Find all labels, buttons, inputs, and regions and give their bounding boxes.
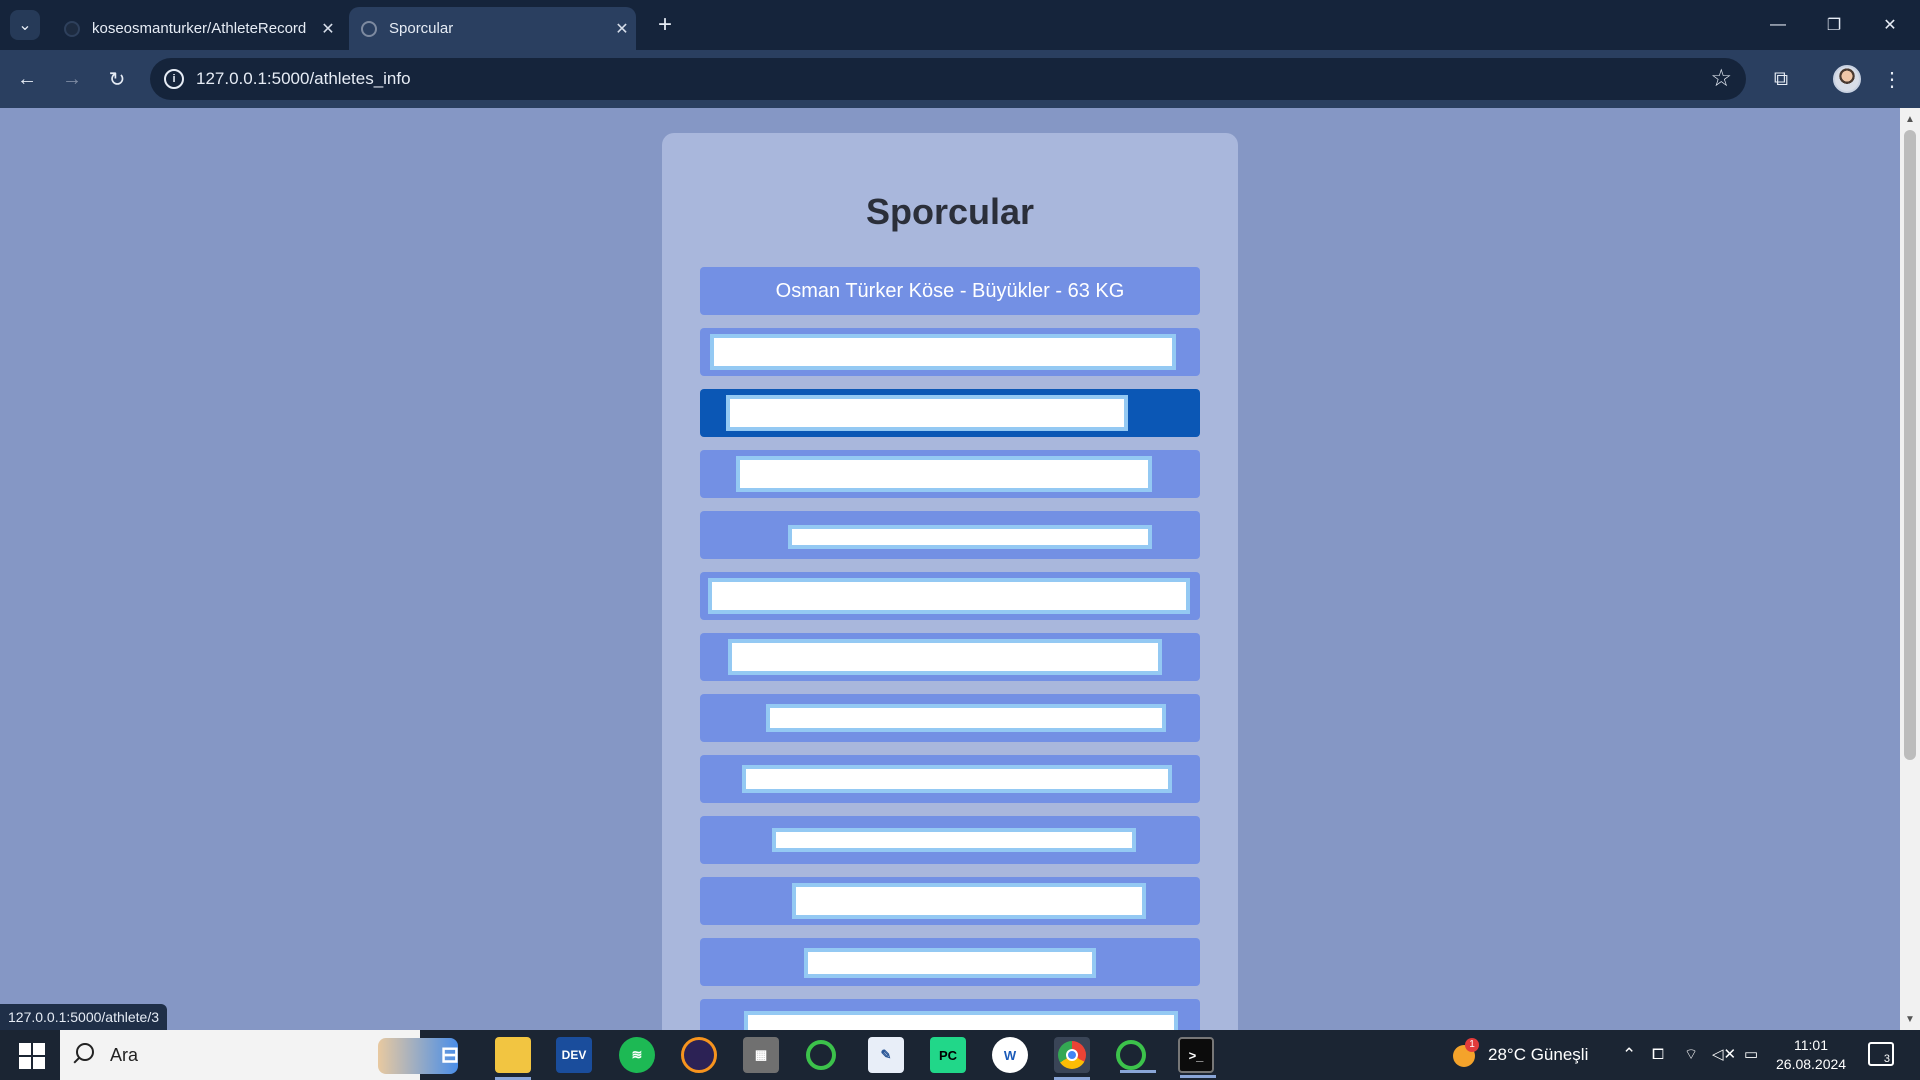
calculator-icon[interactable]: ▦ (743, 1037, 779, 1073)
task-view-icon[interactable]: ⊟ (432, 1037, 468, 1073)
loader-app-2-icon[interactable] (1116, 1040, 1156, 1073)
athlete-row[interactable] (700, 694, 1200, 742)
athlete-row[interactable]: Osman Türker Köse - Büyükler - 63 KG (700, 267, 1200, 315)
athlete-row-hovered[interactable] (700, 389, 1200, 437)
scroll-down-arrow-icon[interactable]: ▼ (1900, 1010, 1920, 1028)
search-icon (76, 1043, 94, 1061)
scroll-up-arrow-icon[interactable]: ▲ (1900, 110, 1920, 128)
tab-strip: ⌄ koseosmanturker/AthleteRecord ✕ Sporcu… (0, 0, 1920, 50)
extensions-icon[interactable]: ⧉ (1765, 63, 1797, 95)
browser-toolbar: ← → ↻ i 127.0.0.1:5000/athletes_info ☆ ⧉… (0, 50, 1920, 108)
athlete-row[interactable] (700, 755, 1200, 803)
volume-muted-icon[interactable]: ◁✕ (1712, 1030, 1736, 1080)
athlete-row[interactable] (700, 572, 1200, 620)
chrome-logo-icon (1058, 1041, 1086, 1069)
site-info-icon[interactable]: i (164, 69, 184, 89)
address-bar[interactable]: i 127.0.0.1:5000/athletes_info ☆ (150, 58, 1746, 100)
devtoys-icon[interactable]: DEV (556, 1037, 592, 1073)
spotify-icon[interactable]: ≋ (619, 1037, 655, 1073)
globe-favicon-icon (361, 20, 377, 37)
redacted-athlete-name (710, 334, 1176, 370)
redacted-athlete-name (728, 639, 1162, 675)
new-tab-button[interactable]: + (650, 10, 680, 40)
tab-title: Sporcular (389, 20, 454, 37)
page-viewport: Sporcular Osman Türker Köse - Büyükler -… (0, 108, 1900, 1030)
forward-button[interactable]: → (56, 63, 88, 95)
wifi-icon[interactable]: ⌔ (1684, 1030, 1698, 1080)
app-w-icon[interactable]: W (992, 1037, 1028, 1073)
redacted-athlete-name (788, 525, 1152, 549)
redacted-athlete-name (736, 456, 1152, 492)
clock-date: 26.08.2024 (1776, 1056, 1847, 1072)
chrome-icon[interactable] (1054, 1037, 1090, 1080)
taskbar-search-box[interactable]: Ara (60, 1030, 458, 1080)
notification-center-icon[interactable]: 3 (1868, 1042, 1894, 1066)
notification-count: 3 (1883, 1053, 1890, 1065)
redacted-athlete-name (766, 704, 1166, 732)
minimize-button[interactable]: — (1750, 0, 1806, 50)
tab-github[interactable]: koseosmanturker/AthleteRecord ✕ (52, 7, 342, 50)
windows-start-icon[interactable] (10, 1040, 50, 1070)
redacted-athlete-name (742, 765, 1172, 793)
url-text[interactable]: 127.0.0.1:5000/athletes_info (196, 58, 411, 100)
loader-app-icon[interactable] (806, 1040, 836, 1070)
close-tab-icon[interactable]: ✕ (608, 19, 636, 39)
redacted-athlete-name (804, 948, 1096, 978)
close-window-button[interactable]: ✕ (1862, 0, 1918, 50)
restore-button[interactable]: ❐ (1806, 0, 1862, 50)
tab-title: koseosmanturker/AthleteRecord (92, 20, 307, 37)
scroll-thumb[interactable] (1904, 130, 1916, 760)
athlete-name[interactable]: Osman Türker Köse - Büyükler - 63 KG (700, 267, 1200, 315)
windows-taskbar: Ara ⊟ DEV ≋ ▦ ✎ PC W >_ 1 28°C Güneşli ⌃… (0, 1030, 1920, 1080)
profile-avatar[interactable] (1833, 65, 1861, 93)
eclipse-icon[interactable] (681, 1037, 717, 1073)
back-button[interactable]: ← (11, 63, 43, 95)
search-placeholder[interactable]: Ara (110, 1030, 138, 1080)
bookmark-star-icon[interactable]: ☆ (1710, 64, 1732, 93)
page-title: Sporcular (865, 191, 1035, 232)
athlete-row[interactable] (700, 450, 1200, 498)
redacted-athlete-name (744, 1011, 1178, 1030)
redacted-athlete-name (792, 883, 1146, 919)
terminal-icon[interactable]: >_ (1178, 1037, 1216, 1078)
athlete-row[interactable] (700, 877, 1200, 925)
athletes-card: Sporcular Osman Türker Köse - Büyükler -… (662, 133, 1238, 1030)
battery-icon[interactable]: ▭ (1744, 1030, 1758, 1080)
clock-time: 11:01 (1794, 1037, 1828, 1053)
link-status-bubble: 127.0.0.1:5000/athlete/3 (0, 1004, 168, 1030)
github-favicon-icon (64, 20, 80, 37)
athlete-row[interactable] (700, 633, 1200, 681)
athlete-row[interactable] (700, 816, 1200, 864)
athlete-row[interactable] (700, 938, 1200, 986)
notepad-icon[interactable]: ✎ (868, 1037, 904, 1073)
page-scrollbar[interactable]: ▲ ▼ (1900, 108, 1920, 1030)
athlete-row[interactable] (700, 511, 1200, 559)
close-tab-icon[interactable]: ✕ (314, 19, 342, 39)
redacted-athlete-name (708, 578, 1190, 614)
pycharm-icon[interactable]: PC (930, 1037, 966, 1073)
menu-kebab-icon[interactable]: ⋮ (1876, 63, 1908, 95)
redacted-athlete-name (726, 395, 1128, 431)
redacted-athlete-name (772, 828, 1136, 852)
system-clock[interactable]: 11:01 26.08.2024 (1776, 1036, 1846, 1074)
tab-sporcular[interactable]: Sporcular ✕ (349, 7, 636, 50)
athlete-row[interactable] (700, 328, 1200, 376)
weather-text[interactable]: 28°C Güneşli (1488, 1030, 1588, 1080)
file-explorer-icon[interactable] (495, 1037, 531, 1080)
camera-icon[interactable]: ⧠ (1652, 1030, 1664, 1080)
reload-button[interactable]: ↻ (101, 63, 133, 95)
chevron-up-icon[interactable]: ⌃ (1622, 1030, 1636, 1080)
athlete-row[interactable] (700, 999, 1200, 1030)
weather-badge: 1 (1465, 1038, 1479, 1052)
tab-search-button[interactable]: ⌄ (10, 10, 40, 40)
